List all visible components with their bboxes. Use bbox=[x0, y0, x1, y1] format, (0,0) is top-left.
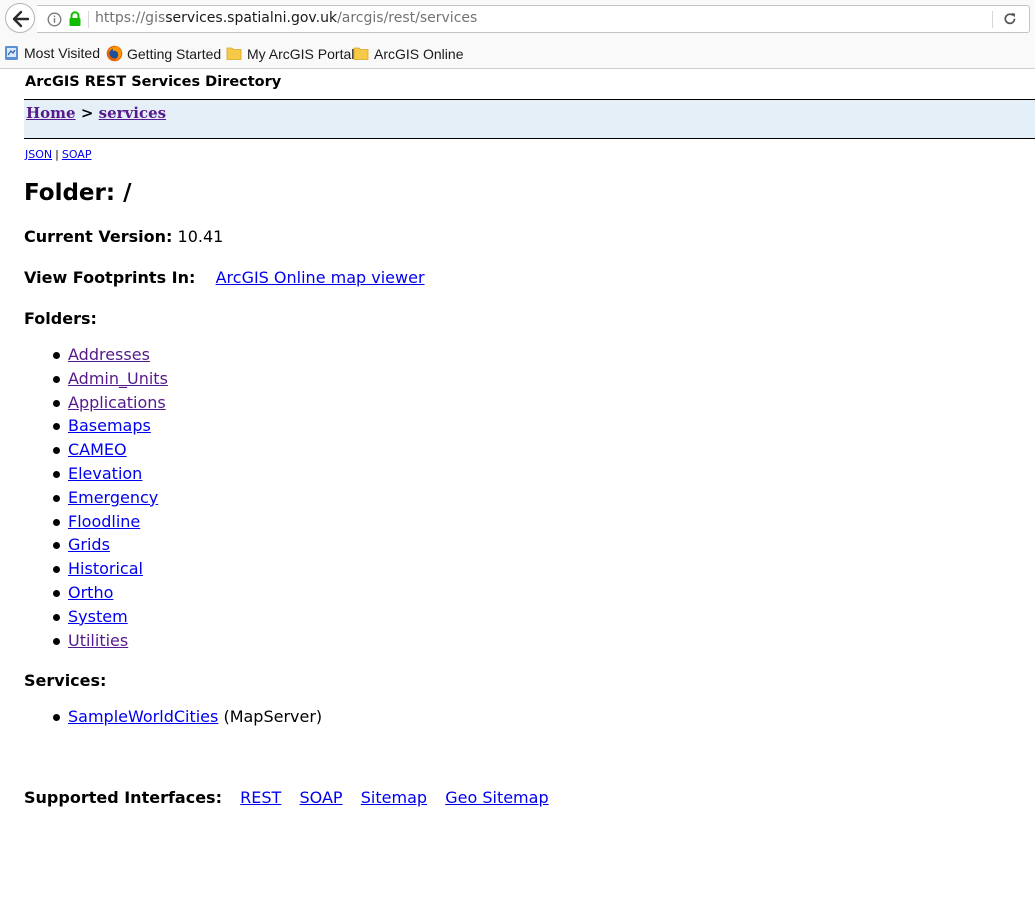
view-footprints: View Footprints In: ArcGIS Online map vi… bbox=[24, 268, 425, 287]
list-item: Elevation bbox=[24, 462, 168, 486]
list-item: Basemaps bbox=[24, 414, 168, 438]
list-item: Historical bbox=[24, 557, 168, 581]
folder-link-elevation[interactable]: Elevation bbox=[68, 464, 142, 483]
service-type: (MapServer) bbox=[223, 707, 323, 726]
list-item: Ortho bbox=[24, 581, 168, 605]
folder-link-emergency[interactable]: Emergency bbox=[68, 488, 158, 507]
breadcrumb-services-link[interactable]: services bbox=[99, 104, 166, 122]
folder-link-grids[interactable]: Grids bbox=[68, 535, 110, 554]
services-list: SampleWorldCities (MapServer) bbox=[24, 705, 322, 729]
services-heading: Services: bbox=[24, 671, 106, 690]
interface-sitemap-link[interactable]: Sitemap bbox=[361, 788, 427, 807]
bookmark-getting-started-label: Getting Started bbox=[127, 46, 222, 62]
browser-chrome: https://gisservices.spatialni.gov.uk/arc… bbox=[0, 0, 1035, 69]
back-button[interactable] bbox=[5, 3, 35, 33]
bullet-icon bbox=[53, 613, 60, 621]
folder-link-admin-units[interactable]: Admin_Units bbox=[68, 369, 168, 388]
bullet-icon bbox=[53, 566, 60, 574]
bullet-icon bbox=[53, 589, 60, 597]
supported-interfaces: Supported Interfaces: REST SOAP Sitemap … bbox=[24, 788, 549, 807]
folder-link-applications[interactable]: Applications bbox=[68, 393, 166, 412]
bullet-icon bbox=[53, 714, 60, 721]
bookmark-most-visited-label: Most Visited bbox=[24, 45, 100, 61]
bookmark-arcgis-online-label: ArcGIS Online bbox=[374, 46, 464, 62]
bookmarks-toolbar: Most Visited Getting Started My ArcGIS P… bbox=[0, 42, 1035, 66]
folder-heading: Folder: / bbox=[24, 180, 132, 206]
directory-title: ArcGIS REST Services Directory bbox=[25, 74, 282, 90]
bookmark-getting-started[interactable]: Getting Started bbox=[106, 45, 221, 62]
bullet-icon bbox=[53, 637, 60, 645]
folder-icon bbox=[353, 47, 369, 60]
folder-link-floodline[interactable]: Floodline bbox=[68, 512, 140, 531]
supported-interfaces-label: Supported Interfaces: bbox=[24, 788, 222, 807]
url-host: services.spatialni.gov.uk bbox=[165, 10, 338, 26]
url-divider bbox=[88, 11, 89, 28]
current-version: Current Version: 10.41 bbox=[24, 227, 223, 246]
interface-geo-sitemap-link[interactable]: Geo Sitemap bbox=[445, 788, 548, 807]
bullet-icon bbox=[53, 423, 60, 431]
bookmark-my-arcgis-portal[interactable]: My ArcGIS Portal bbox=[226, 45, 354, 62]
format-separator: | bbox=[55, 148, 59, 161]
arcgis-online-viewer-link[interactable]: ArcGIS Online map viewer bbox=[216, 268, 425, 287]
folder-link-addresses[interactable]: Addresses bbox=[68, 345, 150, 364]
json-link[interactable]: JSON bbox=[25, 148, 52, 161]
folder-link-cameo[interactable]: CAMEO bbox=[68, 440, 127, 459]
folder-icon bbox=[226, 47, 242, 60]
url-path: /arcgis/rest/services bbox=[337, 10, 478, 26]
service-link-sampleworldcities[interactable]: SampleWorldCities bbox=[68, 707, 218, 726]
bullet-icon bbox=[53, 518, 60, 526]
list-item: CAMEO bbox=[24, 438, 168, 462]
current-version-value: 10.41 bbox=[177, 227, 224, 246]
breadcrumb-separator: > bbox=[80, 104, 94, 122]
firefox-icon bbox=[106, 45, 123, 62]
bullet-icon bbox=[53, 375, 60, 383]
format-links: JSON | SOAP bbox=[25, 148, 91, 161]
bookmark-arcgis-online[interactable]: ArcGIS Online bbox=[353, 45, 463, 62]
breadcrumb-bar: Home > services bbox=[24, 99, 1035, 139]
interface-soap-link[interactable]: SOAP bbox=[300, 788, 343, 807]
most-visited-icon bbox=[5, 46, 18, 60]
bullet-icon bbox=[53, 352, 60, 359]
list-item: Grids bbox=[24, 533, 168, 557]
bullet-icon bbox=[53, 447, 60, 455]
url-prefix: https://gis bbox=[95, 10, 166, 26]
bullet-icon bbox=[53, 494, 60, 502]
list-item: Applications bbox=[24, 391, 168, 415]
address-bar[interactable]: https://gisservices.spatialni.gov.uk/arc… bbox=[37, 5, 1030, 33]
page-content: ArcGIS REST Services Directory Home > se… bbox=[0, 69, 1035, 900]
current-version-label: Current Version: bbox=[24, 227, 173, 246]
folders-heading: Folders: bbox=[24, 309, 97, 328]
reload-divider bbox=[992, 11, 993, 28]
folder-link-historical[interactable]: Historical bbox=[68, 559, 143, 578]
info-icon[interactable] bbox=[47, 12, 62, 27]
breadcrumb-home-link[interactable]: Home bbox=[26, 104, 76, 122]
soap-link[interactable]: SOAP bbox=[62, 148, 92, 161]
folder-link-ortho[interactable]: Ortho bbox=[68, 583, 113, 602]
bullet-icon bbox=[53, 399, 60, 407]
list-item: SampleWorldCities (MapServer) bbox=[24, 705, 322, 729]
breadcrumb: Home > services bbox=[26, 104, 166, 122]
folder-link-system[interactable]: System bbox=[68, 607, 128, 626]
bookmark-most-visited[interactable]: Most Visited bbox=[4, 45, 100, 61]
services-label: Services: bbox=[24, 671, 107, 690]
folders-label: Folders: bbox=[24, 309, 97, 328]
back-arrow-icon bbox=[12, 10, 30, 28]
lock-icon[interactable] bbox=[68, 11, 82, 27]
bullet-icon bbox=[53, 542, 60, 550]
list-item: System bbox=[24, 605, 168, 629]
bookmark-my-arcgis-portal-label: My ArcGIS Portal bbox=[247, 46, 355, 62]
url-text[interactable]: https://gisservices.spatialni.gov.uk/arc… bbox=[95, 10, 477, 26]
list-item: Admin_Units bbox=[24, 367, 168, 391]
folders-list: Addresses Admin_Units Applications Basem… bbox=[24, 343, 168, 652]
list-item: Floodline bbox=[24, 510, 168, 534]
view-footprints-label: View Footprints In: bbox=[24, 268, 196, 287]
interface-rest-link[interactable]: REST bbox=[240, 788, 281, 807]
list-item: Emergency bbox=[24, 486, 168, 510]
folder-link-basemaps[interactable]: Basemaps bbox=[68, 416, 151, 435]
list-item: Addresses bbox=[24, 343, 168, 367]
list-item: Utilities bbox=[24, 629, 168, 653]
reload-icon[interactable] bbox=[1003, 12, 1017, 26]
folder-link-utilities[interactable]: Utilities bbox=[68, 631, 128, 650]
bullet-icon bbox=[53, 470, 60, 478]
